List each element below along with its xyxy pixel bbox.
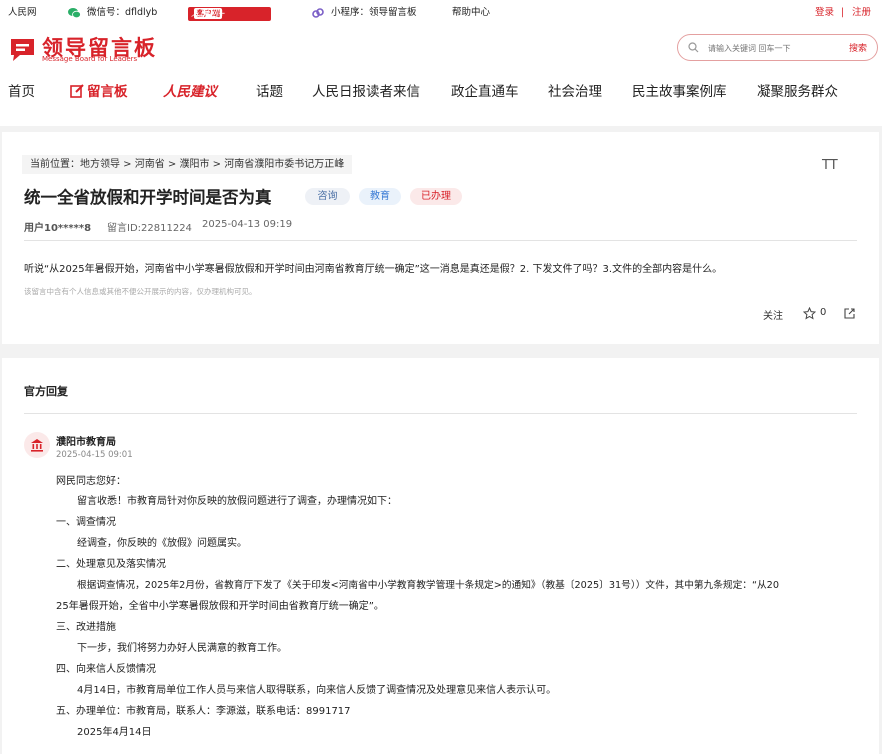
reply-line: 四、向来信人反馈情况 xyxy=(56,664,156,675)
official-reply-title: 官方回复 xyxy=(24,385,68,398)
mini-program-icon xyxy=(312,8,324,18)
like-count: 0 xyxy=(820,307,827,318)
logo-icon[interactable] xyxy=(9,36,36,62)
star-icon[interactable] xyxy=(803,307,816,320)
nav-enterprise-channel[interactable]: 政企直通车 xyxy=(451,82,519,102)
reply-date: 2025-04-15 09:01 xyxy=(56,450,133,460)
nav-message-board[interactable]: 留言板 xyxy=(70,82,128,102)
user-name: 用户10*****8 xyxy=(24,223,92,234)
privacy-note: 该留言中含有个人信息或其他不便公开展示的内容，仅办理机构可见。 xyxy=(24,287,257,296)
reply-line: 4月14日，市教育局单位工作人员与来信人取得联系，向来信人反馈了调查情况及处理意… xyxy=(77,685,557,696)
wechat-id: 微信号：dfldlyb xyxy=(87,7,158,18)
reply-line: 根据调查情况，2025年2月份，省教育厅下发了《关于印发<河南省中小学教育教学管… xyxy=(77,580,779,591)
help-center-link[interactable]: 帮助中心 xyxy=(452,5,490,21)
reply-line: 留言收悉！市教育局针对你反映的放假问题进行了调查，办理情况如下： xyxy=(77,496,397,507)
nav-home[interactable]: 首页 xyxy=(8,82,35,102)
search-icon xyxy=(688,42,699,53)
reply-line: 网民同志您好： xyxy=(56,476,126,487)
status-badge: 已办理 xyxy=(410,188,462,205)
reply-line: 2025年4月14日 xyxy=(77,727,152,738)
nav-democracy-cases[interactable]: 民主故事案例库 xyxy=(632,82,727,102)
message-title: 统一全省放假和开学时间是否为真 xyxy=(24,188,272,207)
nav-serve-masses[interactable]: 凝聚服务群众 xyxy=(757,82,838,102)
search-button[interactable]: 搜索 xyxy=(849,41,867,54)
main-nav: 首页 留言板 人民建议 话题 人民日报读者来信 政企直通车 社会治理 民主故事案… xyxy=(0,82,882,102)
login-link[interactable]: 登录 xyxy=(815,5,834,21)
reply-line: 经调查，你反映的《放假》问题属实。 xyxy=(77,538,247,549)
divider xyxy=(24,413,857,414)
reply-line: 下一步，我们将努力办好人民满意的教育工作。 xyxy=(77,643,287,654)
search-box: 搜索 xyxy=(677,34,878,61)
share-icon[interactable] xyxy=(843,307,856,320)
nav-people-suggestion[interactable]: 人民建议 xyxy=(163,82,217,102)
mini-program-link[interactable]: 小程序：领导留言板 xyxy=(331,5,417,21)
breadcrumb[interactable]: 当前位置：地方领导 > 河南省 > 濮阳市 > 河南省濮阳市委书记万正峰 xyxy=(22,155,353,174)
message-time: 2025-04-13 09:19 xyxy=(202,219,293,230)
nav-readers-letters[interactable]: 人民日报读者来信 xyxy=(312,82,420,102)
nav-social-governance[interactable]: 社会治理 xyxy=(548,82,602,102)
government-building-icon xyxy=(31,439,43,452)
nav-topics[interactable]: 话题 xyxy=(256,82,283,102)
register-link[interactable]: 注册 xyxy=(852,5,871,21)
nav-message-board-label: 留言板 xyxy=(87,84,128,100)
reply-org-name: 濮阳市教育局 xyxy=(56,437,116,448)
rmw-app-link[interactable]: 人民网+ 客户端 xyxy=(188,7,271,21)
edit-icon xyxy=(70,84,84,98)
font-size-toggle[interactable]: TT xyxy=(822,158,838,173)
message-content: 听说“从2025年暑假开始，河南省中小学寒暑假放假和开学时间由河南省教育厅统一确… xyxy=(24,264,723,275)
top-bar: 人民网 微信号：dfldlyb 人民网+ 客户端 小程序：领导留言板 帮助中心 登… xyxy=(0,5,882,21)
wechat-icon xyxy=(68,8,81,19)
reply-line: 25年暑假开始，全省中小学寒暑假放假和开学时间由省教育厅统一确定”。 xyxy=(56,601,384,612)
org-avatar xyxy=(24,432,50,458)
tag-consult[interactable]: 咨询 xyxy=(305,188,350,205)
site-link[interactable]: 人民网 xyxy=(8,5,37,21)
search-input[interactable] xyxy=(708,40,838,56)
reply-line: 三、改进措施 xyxy=(56,622,116,633)
reply-line: 五、办理单位：市教育局，联系人：李源滋，联系电话：8991717 xyxy=(56,706,351,717)
follow-button[interactable]: 关注 xyxy=(763,307,783,322)
message-id: 留言ID:22811224 xyxy=(107,223,192,234)
reply-line: 一、调查情况 xyxy=(56,517,116,528)
divider xyxy=(24,240,857,241)
rmw-app-name: 人民网+ xyxy=(191,9,226,19)
separator: | xyxy=(841,7,845,18)
message-user: 用户10*****8 xyxy=(24,219,91,234)
tag-education[interactable]: 教育 xyxy=(359,188,401,205)
logo-subtitle: Message Board for Leaders xyxy=(42,55,138,63)
reply-line: 二、处理意见及落实情况 xyxy=(56,559,166,570)
